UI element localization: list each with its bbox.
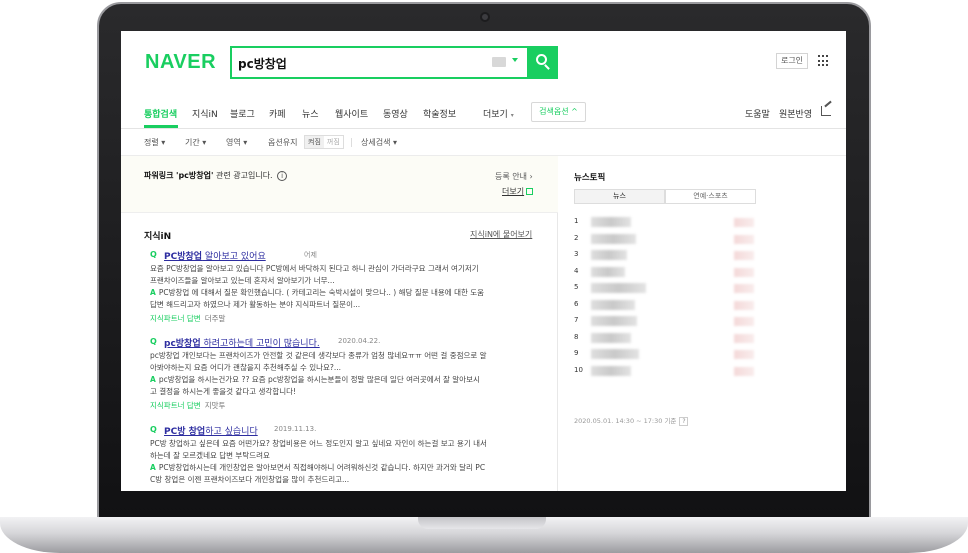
help-link[interactable]: 도움말	[745, 107, 770, 120]
active-tab-indicator	[144, 125, 178, 128]
tab-cafe[interactable]: 카페	[269, 107, 286, 120]
search-tabs: 통합검색 지식iN 블로그 카페 뉴스 웹사이트 동영상 학술정보 더보기 ▾ …	[121, 97, 846, 129]
answer-icon: A	[150, 375, 156, 384]
option-keep-label: 옵션유지	[268, 138, 298, 147]
blurred-headline	[591, 299, 635, 310]
camera-icon	[480, 12, 490, 22]
search-option-button[interactable]: 검색옵션 ^	[531, 102, 586, 122]
list-item[interactable]: 6	[574, 297, 774, 314]
blurred-headline	[591, 316, 637, 326]
powerlink-section: 파워링크 'pc방창업' 관련 광고입니다. i 등록 안내 › 더보기	[121, 156, 558, 213]
ask-kin-link[interactable]: 지식iN에 물어보기	[470, 229, 532, 240]
main-results: 파워링크 'pc방창업' 관련 광고입니다. i 등록 안내 › 더보기 지식i…	[121, 156, 558, 491]
news-topic-heading: 뉴스토픽	[574, 173, 606, 183]
tab-website[interactable]: 웹사이트	[335, 107, 368, 120]
blurred-headline	[591, 283, 646, 293]
tab-integrated[interactable]: 통합검색	[144, 107, 177, 120]
help-icon[interactable]: ?	[679, 417, 689, 426]
kin-item-title[interactable]: PC방 창업하고 싶습니다	[164, 424, 258, 437]
option-keep-toggle[interactable]: 켜짐 꺼짐	[304, 135, 344, 149]
list-item[interactable]: 1	[574, 214, 774, 231]
powerlink-more-link[interactable]: 더보기	[502, 186, 534, 197]
blurred-headline	[591, 217, 631, 227]
keyboard-icon[interactable]	[492, 57, 506, 67]
browser-screen: NAVER 로그인 통합검색 지식iN 블로그 카페 뉴스 웹사이	[121, 31, 846, 491]
area-dropdown[interactable]: 영역 ▾	[226, 137, 247, 148]
tab-news[interactable]: 뉴스	[302, 107, 319, 120]
tab-blog[interactable]: 블로그	[230, 107, 255, 120]
list-item[interactable]: 5	[574, 280, 774, 297]
blurred-headline	[591, 349, 639, 359]
news-timestamp: 2020.05.01. 14:30 ~ 17:30 기준?	[574, 415, 689, 426]
ad-register-link[interactable]: 등록 안내 ›	[495, 171, 533, 182]
chevron-down-icon[interactable]	[512, 58, 518, 62]
question-icon: Q	[150, 250, 157, 259]
kin-item-footer: 지식파트너 답변 지맛투	[150, 401, 226, 410]
chevron-up-icon: ^	[571, 107, 578, 116]
advanced-search-dropdown[interactable]: 상세검색 ▾	[361, 137, 397, 148]
kin-item-title[interactable]: pc방창업 하려고하는데 고민이 많습니다.	[164, 336, 320, 349]
kin-item-title[interactable]: PC방창업 알아보고 있어요	[164, 249, 266, 262]
search-button[interactable]	[527, 46, 558, 79]
list-item[interactable]: 2	[574, 231, 774, 248]
report-link[interactable]: 원본반영	[779, 107, 812, 120]
laptop-frame: NAVER 로그인 통합검색 지식iN 블로그 카페 뉴스 웹사이	[0, 0, 968, 553]
list-item[interactable]: 8	[574, 330, 774, 347]
search-box	[230, 46, 558, 79]
question-icon: Q	[150, 425, 157, 434]
tab-academic[interactable]: 학술정보	[423, 107, 456, 120]
tab-news-topic[interactable]: 뉴스	[574, 189, 665, 204]
filter-bar: 정렬 ▾ 기간 ▾ 영역 ▾ 옵션유지 켜짐 꺼짐 상세검색 ▾	[121, 129, 846, 156]
list-item[interactable]: 4	[574, 264, 774, 281]
tab-entertainment-sports[interactable]: 연예·스포츠	[665, 189, 756, 204]
info-icon[interactable]: i	[277, 171, 288, 181]
answer-icon: A	[150, 463, 156, 472]
kin-heading: 지식iN	[144, 232, 172, 242]
kin-item-date: 어제	[304, 251, 317, 259]
blurred-headline	[591, 266, 625, 277]
naver-logo[interactable]: NAVER	[145, 51, 216, 74]
tab-kin[interactable]: 지식iN	[192, 107, 218, 120]
tab-video[interactable]: 동영상	[383, 107, 408, 120]
apps-grid-icon[interactable]	[818, 55, 830, 67]
kin-item-footer: 지식파트너 답변 더주말	[150, 314, 226, 323]
list-item[interactable]: 9	[574, 346, 774, 363]
plus-box-icon	[526, 188, 534, 195]
login-button[interactable]: 로그인	[776, 53, 808, 69]
search-input[interactable]	[238, 53, 478, 73]
sort-dropdown[interactable]: 정렬 ▾	[144, 137, 165, 148]
period-dropdown[interactable]: 기간 ▾	[185, 137, 206, 148]
blurred-headline	[591, 233, 636, 244]
list-item[interactable]: 10	[574, 363, 774, 380]
naver-header: NAVER 로그인	[121, 31, 846, 97]
list-item[interactable]: 3	[574, 247, 774, 264]
blurred-headline	[591, 365, 631, 376]
blurred-headline	[591, 250, 627, 260]
kin-item-date: 2020.04.22.	[338, 337, 381, 345]
question-icon: Q	[150, 337, 157, 346]
share-icon[interactable]	[821, 106, 831, 116]
chevron-down-icon: ▾	[510, 112, 514, 119]
news-tabs: 뉴스 연예·스포츠	[574, 189, 756, 204]
laptop-notch	[418, 517, 546, 529]
news-rank-list: 1 2 3 4 5 6 7 8 9 10	[574, 214, 774, 379]
powerlink-title: 파워링크 'pc방창업' 관련 광고입니다. i	[144, 170, 288, 181]
list-item[interactable]: 7	[574, 313, 774, 330]
news-topic-panel: 뉴스토픽 뉴스 연예·스포츠 1 2 3 4 5 6 7 8 9 10 2020…	[574, 156, 846, 491]
blurred-headline	[591, 332, 631, 343]
kin-item-date: 2019.11.13.	[274, 425, 317, 433]
answer-icon: A	[150, 288, 156, 297]
tab-more[interactable]: 더보기 ▾	[483, 107, 514, 120]
